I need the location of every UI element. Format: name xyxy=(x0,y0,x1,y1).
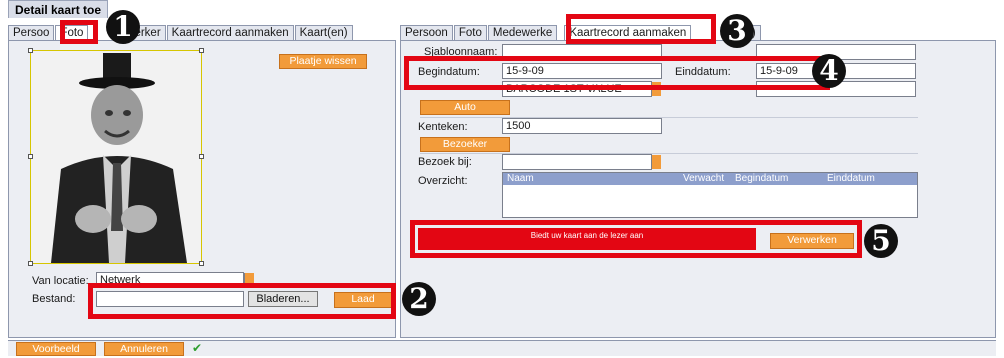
tab-kaarten[interactable]: Kaart(en) xyxy=(294,25,353,40)
column-header[interactable]: Begindatum xyxy=(735,173,788,185)
auto-button[interactable]: Auto xyxy=(420,100,510,115)
table-header: Naam Verwacht Begindatum Einddatum xyxy=(503,173,917,185)
tab-medewerker[interactable]: Medewerke xyxy=(487,25,558,40)
callout-badge-4: 4 xyxy=(812,54,846,88)
tab-persoon[interactable]: Persoon xyxy=(400,25,453,40)
chevron-down-icon[interactable] xyxy=(651,155,661,169)
person-photo xyxy=(31,51,201,263)
photo-frame[interactable] xyxy=(28,48,204,266)
cancel-button[interactable]: Annuleren xyxy=(104,342,184,356)
column-header[interactable]: Verwacht xyxy=(683,173,724,185)
checkmark-icon: ✔ xyxy=(192,341,203,355)
preview-button[interactable]: Voorbeeld xyxy=(16,342,96,356)
callout-box-2 xyxy=(88,283,396,319)
visitor-button[interactable]: Bezoeker xyxy=(420,137,510,152)
file-label: Bestand: xyxy=(32,293,76,305)
license-plate-label: Kenteken: xyxy=(418,121,468,133)
column-header[interactable]: Einddatum xyxy=(827,173,875,185)
callout-box-5 xyxy=(410,220,862,258)
tab-kaartrecord-aanmaken[interactable]: Kaartrecord aanmaken xyxy=(166,25,294,40)
clear-photo-button[interactable]: Plaatje wissen xyxy=(279,54,367,69)
visit-with-label: Bezoek bij: xyxy=(418,156,472,168)
location-label: Van locatie: xyxy=(32,275,89,287)
license-plate-input[interactable]: 1500 xyxy=(502,118,662,134)
callout-badge-1: 1 xyxy=(106,10,140,44)
callout-box-3 xyxy=(566,14,716,44)
callout-box-4 xyxy=(404,56,830,90)
callout-badge-2: 2 xyxy=(402,282,436,316)
resize-handle[interactable] xyxy=(199,48,204,53)
divider xyxy=(420,117,918,118)
divider xyxy=(420,153,918,154)
resize-handle[interactable] xyxy=(28,261,33,266)
tab-persoon[interactable]: Persoo xyxy=(8,25,55,40)
overview-table[interactable]: Naam Verwacht Begindatum Einddatum xyxy=(502,172,918,218)
resize-handle[interactable] xyxy=(28,48,33,53)
visit-with-select[interactable] xyxy=(502,154,652,170)
tab-foto[interactable]: Foto xyxy=(453,25,487,40)
callout-badge-3: 3 xyxy=(720,14,754,48)
callout-badge-5: 5 xyxy=(864,224,898,258)
overview-label: Overzicht: xyxy=(418,175,468,187)
resize-handle[interactable] xyxy=(28,154,33,159)
column-header[interactable]: Naam xyxy=(507,173,534,185)
window-title: Detail kaart toe xyxy=(8,0,109,18)
resize-handle[interactable] xyxy=(199,154,204,159)
resize-handle[interactable] xyxy=(199,261,204,266)
callout-box-1 xyxy=(60,20,98,44)
